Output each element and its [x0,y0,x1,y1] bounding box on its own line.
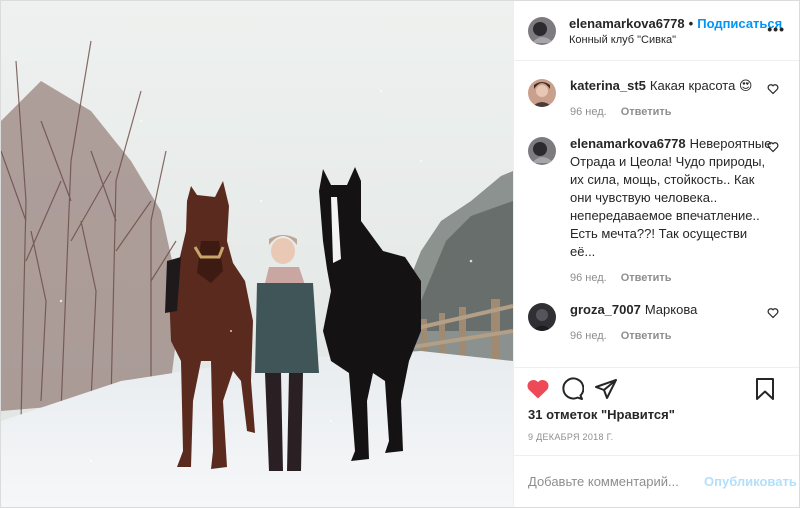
comment-age[interactable]: 96 нед. [570,327,607,345]
location-link[interactable]: Конный клуб "Сивка" [569,34,782,46]
post-date[interactable]: 9 ДЕКАБРЯ 2018 Г. [514,432,799,442]
comment-username[interactable]: groza_7007 [570,302,641,317]
comment-item: katerina_st5 Какая красота 😍 96 нед. Ответ… [528,77,785,121]
comments-list: katerina_st5 Какая красота 😍 96 нед. Ответ… [514,61,799,367]
post-header: elenamarkova6778 • Подписаться Конный кл… [514,1,799,61]
post-side-panel: elenamarkova6778 • Подписаться Конный кл… [513,1,799,507]
reply-button[interactable]: Ответить [621,103,672,121]
reply-button[interactable]: Ответить [621,327,672,345]
comment-item: elenamarkova6778 Невероятные Отрада и Цео… [528,135,785,287]
winter-horses-photo [1,1,513,507]
add-comment-bar: Опубликовать [514,455,799,507]
comment-text: Маркова [644,302,698,317]
comment-text: Невероятные Отрада и Цеола! Чудо природы… [570,136,772,259]
author-username[interactable]: elenamarkova6778 [569,16,685,31]
reply-button[interactable]: Ответить [621,269,672,287]
post-photo[interactable] [1,1,513,507]
commenter-avatar[interactable] [528,137,556,165]
comment-input[interactable] [528,474,704,489]
comment-username[interactable]: elenamarkova6778 [570,136,686,151]
likes-count[interactable]: 31 отметок "Нравится" [514,407,799,422]
comment-age[interactable]: 96 нед. [570,269,607,287]
more-options-icon[interactable]: ••• [767,22,785,36]
heart-outline-icon[interactable] [767,83,779,95]
comment-item: groza_7007 Маркова 96 нед. Ответить [528,301,785,345]
action-bar [514,367,799,409]
comment-age[interactable]: 96 нед. [570,103,607,121]
comment-text: Какая красота 😍 [649,78,753,93]
commenter-avatar[interactable] [528,79,556,107]
heart-outline-icon[interactable] [767,141,779,153]
heart-filled-icon[interactable] [526,377,550,401]
comment-username[interactable]: katerina_st5 [570,78,646,93]
instagram-post: elenamarkova6778 • Подписаться Конный кл… [0,0,800,508]
heart-outline-icon[interactable] [767,307,779,319]
comment-icon[interactable] [560,377,584,401]
separator-dot: • [688,15,694,31]
bookmark-icon[interactable] [753,377,777,401]
publish-button[interactable]: Опубликовать [704,474,797,489]
commenter-avatar[interactable] [528,303,556,331]
author-avatar[interactable] [528,16,556,45]
share-icon[interactable] [594,377,618,401]
